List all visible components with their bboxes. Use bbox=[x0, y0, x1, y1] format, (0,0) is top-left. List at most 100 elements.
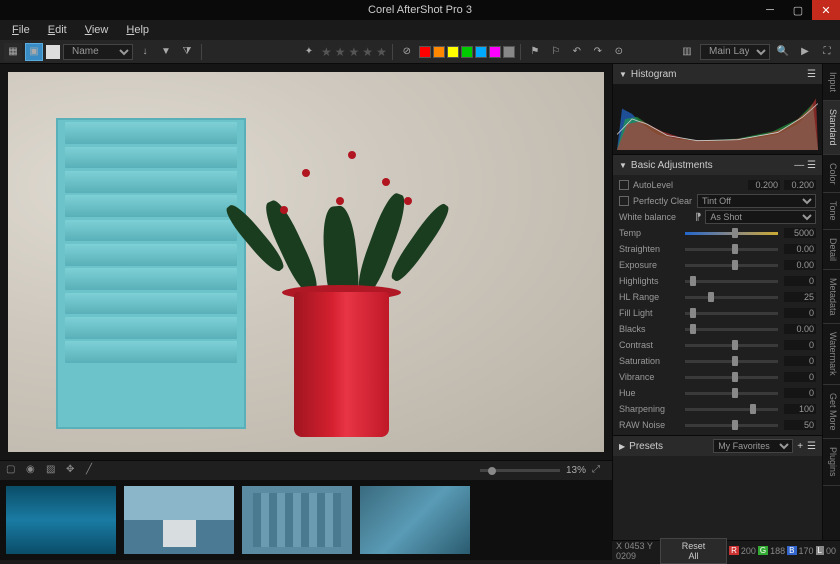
color-swatch[interactable] bbox=[433, 46, 445, 58]
side-tab-watermark[interactable]: Watermark bbox=[823, 324, 840, 385]
grid-view-icon[interactable]: ▦ bbox=[4, 43, 22, 61]
region-icon[interactable]: ▨ bbox=[46, 464, 60, 478]
zoom-slider[interactable] bbox=[480, 469, 560, 472]
menu-file[interactable]: File bbox=[4, 22, 38, 38]
fullscreen-icon[interactable]: ⛶ bbox=[818, 43, 836, 61]
funnel-icon[interactable]: ⧩ bbox=[178, 43, 196, 61]
slider-temp[interactable] bbox=[685, 232, 778, 235]
color-swatch[interactable] bbox=[489, 46, 501, 58]
eyedropper-icon[interactable]: ⁋ bbox=[695, 212, 701, 223]
star-3[interactable]: ★ bbox=[349, 45, 360, 59]
color-swatch[interactable] bbox=[461, 46, 473, 58]
slider-value: 0 bbox=[784, 340, 816, 350]
side-tab-metadata[interactable]: Metadata bbox=[823, 270, 840, 325]
histogram-display bbox=[613, 84, 822, 154]
perfectly-clear-check[interactable] bbox=[619, 196, 629, 206]
slider-value: 0 bbox=[784, 388, 816, 398]
side-tab-get-more[interactable]: Get More bbox=[823, 385, 840, 440]
slider-hue[interactable] bbox=[685, 392, 778, 395]
slider-value: 0 bbox=[784, 308, 816, 318]
slider-contrast[interactable] bbox=[685, 344, 778, 347]
close-button[interactable]: ✕ bbox=[812, 0, 840, 20]
color-swatch[interactable] bbox=[475, 46, 487, 58]
preset-menu-icon[interactable]: ☰ bbox=[807, 441, 816, 452]
redo-icon[interactable]: ↷ bbox=[589, 43, 607, 61]
reset-icon[interactable]: ⊙ bbox=[610, 43, 628, 61]
image-viewer: ▢ ◉ ▨ ✥ ╱ 13% ⤢ bbox=[0, 64, 612, 560]
slider-exposure[interactable] bbox=[685, 264, 778, 267]
side-tab-plugins[interactable]: Plugins bbox=[823, 439, 840, 486]
slider-saturation[interactable] bbox=[685, 360, 778, 363]
canvas[interactable] bbox=[0, 64, 612, 460]
menu-edit[interactable]: Edit bbox=[40, 22, 75, 38]
layers-icon[interactable]: ▥ bbox=[678, 43, 696, 61]
redeye-icon[interactable]: ◉ bbox=[26, 464, 40, 478]
slider-highlights[interactable] bbox=[685, 280, 778, 283]
slider-value: 0.00 bbox=[784, 324, 816, 334]
star-4[interactable]: ★ bbox=[362, 45, 373, 59]
right-panel: ▼Histogram☰ ▼Basic Adjustments— ☰ AutoLe… bbox=[612, 64, 822, 560]
slider-label: Blacks bbox=[619, 324, 679, 334]
slider-label: Sharpening bbox=[619, 404, 679, 414]
name-select[interactable]: Name bbox=[63, 44, 133, 60]
clear-star-icon[interactable]: ✦ bbox=[300, 43, 318, 61]
slider-straighten[interactable] bbox=[685, 248, 778, 251]
color-swatch[interactable] bbox=[503, 46, 515, 58]
side-tab-input[interactable]: Input bbox=[823, 64, 840, 101]
star-5[interactable]: ★ bbox=[376, 45, 387, 59]
presets-header[interactable]: ▶Presets My Favorites + ☰ bbox=[613, 436, 822, 456]
perfectly-clear-select[interactable]: Tint Off bbox=[697, 194, 816, 208]
sort-desc-icon[interactable]: ↓ bbox=[136, 43, 154, 61]
viewer-toolbar: ▢ ◉ ▨ ✥ ╱ 13% ⤢ bbox=[0, 460, 612, 480]
pan-icon[interactable]: ✥ bbox=[66, 464, 80, 478]
single-view-icon[interactable]: ▣ bbox=[25, 43, 43, 61]
slider-blacks[interactable] bbox=[685, 328, 778, 331]
color-swatch[interactable] bbox=[447, 46, 459, 58]
compare-view-icon[interactable] bbox=[46, 45, 60, 59]
brush-icon[interactable]: ╱ bbox=[86, 464, 100, 478]
flag-icon[interactable]: ⚑ bbox=[526, 43, 544, 61]
slider-value: 0 bbox=[784, 372, 816, 382]
layer-select[interactable]: Main Layer bbox=[700, 44, 770, 60]
slider-raw-noise[interactable] bbox=[685, 424, 778, 427]
thumbnail[interactable] bbox=[124, 486, 234, 554]
expand-icon[interactable]: ⤢ bbox=[592, 464, 606, 478]
filter-icon[interactable]: ▼ bbox=[157, 43, 175, 61]
star-2[interactable]: ★ bbox=[335, 45, 346, 59]
slider-value: 50 bbox=[784, 420, 816, 430]
side-tab-standard[interactable]: Standard bbox=[823, 101, 840, 155]
histogram-header[interactable]: ▼Histogram☰ bbox=[613, 64, 822, 84]
slider-sharpening[interactable] bbox=[685, 408, 778, 411]
side-tab-detail[interactable]: Detail bbox=[823, 230, 840, 270]
undo-icon[interactable]: ↶ bbox=[568, 43, 586, 61]
thumbnail[interactable] bbox=[6, 486, 116, 554]
slider-hl-range[interactable] bbox=[685, 296, 778, 299]
add-preset-icon[interactable]: + bbox=[797, 441, 803, 452]
slider-vibrance[interactable] bbox=[685, 376, 778, 379]
slider-value: 0 bbox=[784, 276, 816, 286]
search-icon[interactable]: 🔍 bbox=[774, 43, 792, 61]
slider-fill-light[interactable] bbox=[685, 312, 778, 315]
presets-select[interactable]: My Favorites bbox=[713, 439, 793, 453]
crop-icon[interactable]: ▢ bbox=[6, 464, 20, 478]
basic-adjustments-header[interactable]: ▼Basic Adjustments— ☰ bbox=[613, 155, 822, 175]
minimize-button[interactable]: ─ bbox=[756, 0, 784, 20]
reject-flag-icon[interactable]: ⚐ bbox=[547, 43, 565, 61]
thumbnail[interactable] bbox=[242, 486, 352, 554]
histogram-menu-icon[interactable]: ☰ bbox=[807, 69, 816, 80]
star-1[interactable]: ★ bbox=[321, 45, 332, 59]
no-label-icon[interactable]: ⊘ bbox=[398, 43, 416, 61]
slider-value: 0.00 bbox=[784, 244, 816, 254]
maximize-button[interactable]: ▢ bbox=[784, 0, 812, 20]
autolevel-check[interactable] bbox=[619, 180, 629, 190]
slideshow-icon[interactable]: ▶ bbox=[796, 43, 814, 61]
side-tab-color[interactable]: Color bbox=[823, 155, 840, 194]
slider-label: Hue bbox=[619, 388, 679, 398]
white-balance-select[interactable]: As Shot bbox=[705, 210, 816, 224]
side-tab-tone[interactable]: Tone bbox=[823, 193, 840, 230]
color-swatch[interactable] bbox=[419, 46, 431, 58]
slider-label: HL Range bbox=[619, 292, 679, 302]
menu-view[interactable]: View bbox=[77, 22, 117, 38]
menu-help[interactable]: Help bbox=[118, 22, 157, 38]
thumbnail[interactable] bbox=[360, 486, 470, 554]
